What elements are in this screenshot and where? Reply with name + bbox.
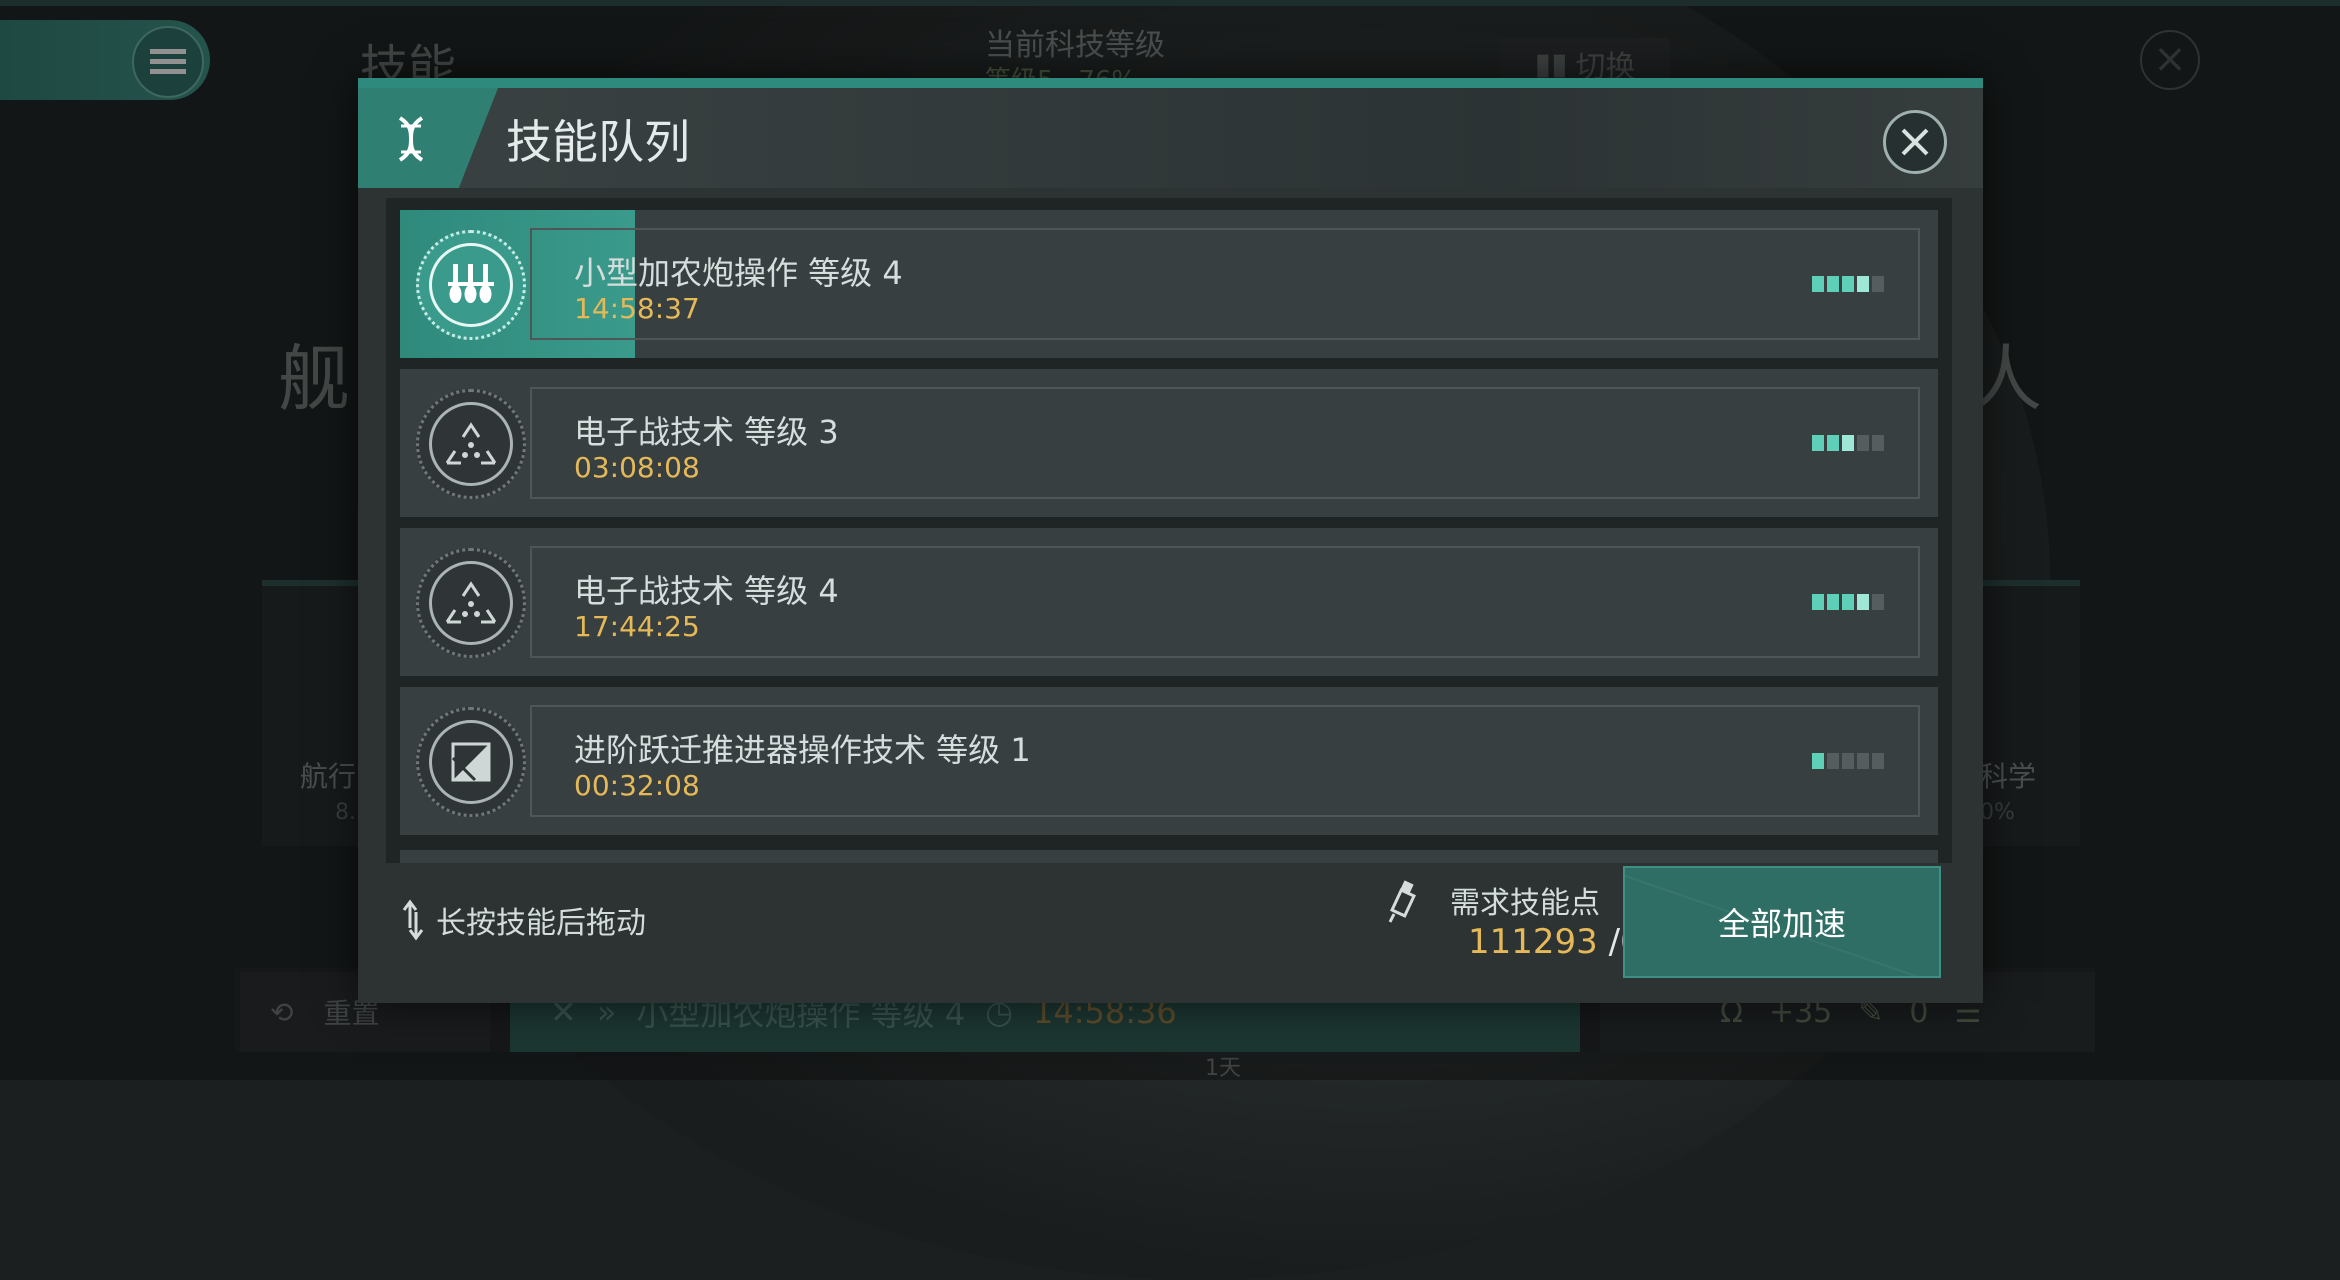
- cannon-icon: [416, 230, 526, 340]
- warp-thruster-icon: [416, 707, 526, 817]
- skill-timer: 00:32:08: [574, 769, 700, 802]
- skill-name: 电子战技术 等级 4: [574, 572, 839, 610]
- drag-hint: 长按技能后拖动: [400, 898, 646, 942]
- skill-row[interactable]: 小型加农炮操作 等级 4 14:58:37: [400, 210, 1938, 358]
- skill-name: 电子战技术 等级 3: [574, 413, 839, 451]
- skill-timer: 14:58:37: [574, 292, 700, 325]
- speed-up-all-label: 全部加速: [1717, 905, 1846, 943]
- skill-name: 小型加农炮操作 等级 4: [574, 254, 903, 292]
- dialog-top-accent: [358, 78, 1983, 88]
- dna-icon: [398, 116, 424, 162]
- close-icon: [1901, 128, 1929, 156]
- header-icon-badge: [358, 88, 498, 188]
- skill-timer: 17:44:25: [574, 610, 700, 643]
- dialog-title: 技能队列: [506, 115, 690, 169]
- skill-queue-dialog: 技能队列 小型加农炮操作 等级 4 14:58:37 电子战技术 等级 3 03…: [358, 78, 1983, 1003]
- required-points-label: 需求技能点: [1450, 886, 1600, 921]
- drag-hint-text: 长按技能后拖动: [436, 906, 646, 941]
- skill-row[interactable]: 电子战技术 等级 4 17:44:25: [400, 528, 1938, 676]
- skill-timer: 03:08:08: [574, 451, 700, 484]
- required-points-value: 111293 /0: [1468, 922, 1642, 962]
- skill-row[interactable]: 进阶跃迁推进器操作技术 等级 1 00:32:08: [400, 687, 1938, 835]
- skill-name: 进阶跃迁推进器操作技术 等级 1: [574, 731, 1031, 769]
- skill-level-indicator: [1812, 753, 1884, 769]
- skill-row[interactable]: 电子战技术 等级 3 03:08:08: [400, 369, 1938, 517]
- electronic-warfare-icon: [416, 548, 526, 658]
- dialog-close-button[interactable]: [1883, 110, 1947, 174]
- skill-level-indicator: [1812, 435, 1884, 451]
- required-points-number: 111293: [1468, 922, 1598, 962]
- skill-level-indicator: [1812, 276, 1884, 292]
- speed-up-all-button[interactable]: 全部加速: [1623, 866, 1941, 978]
- skill-level-indicator: [1812, 594, 1884, 610]
- skill-injector-icon: [1388, 880, 1416, 923]
- skill-row-partial[interactable]: [400, 850, 1938, 863]
- skill-queue-list[interactable]: 小型加农炮操作 等级 4 14:58:37 电子战技术 等级 3 03:08:0…: [386, 198, 1952, 863]
- electronic-warfare-icon: [416, 389, 526, 499]
- dialog-header: 技能队列: [358, 88, 1983, 188]
- reorder-arrows-icon: [402, 899, 424, 941]
